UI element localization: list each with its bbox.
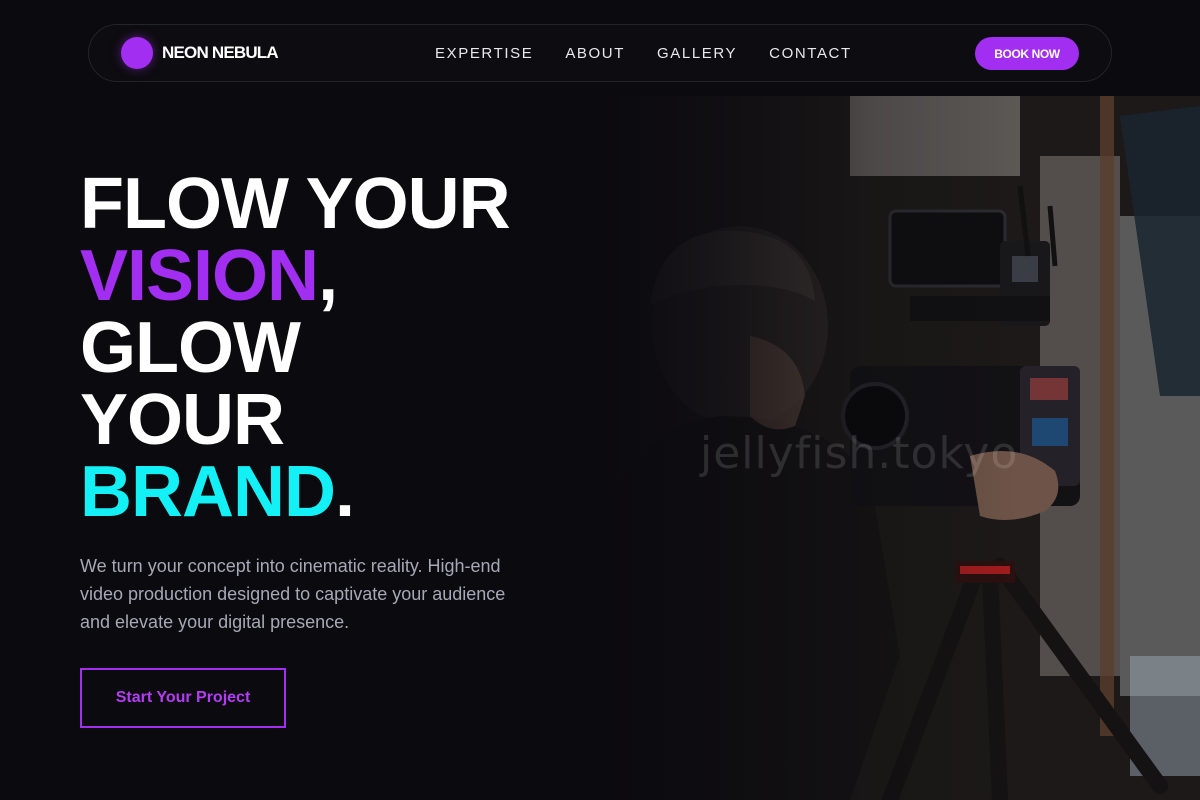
brand-logo[interactable]: NEON NEBULA	[121, 37, 279, 69]
start-project-button[interactable]: Start Your Project	[80, 668, 286, 728]
nav-link-expertise[interactable]: EXPERTISE	[435, 45, 533, 62]
headline-brand: BRAND	[80, 452, 336, 532]
headline-comma: ,	[318, 236, 338, 316]
headline-line-2: VISION,	[80, 240, 510, 312]
headline-line-3: GLOW	[80, 308, 301, 388]
nav-link-gallery[interactable]: GALLERY	[657, 45, 737, 62]
headline-line-1: FLOW YOUR	[80, 164, 511, 244]
hero-headline: FLOW YOUR VISION, GLOW YOUR BRAND.	[80, 164, 511, 528]
hero-description: We turn your concept into cinematic real…	[80, 556, 506, 632]
nav-link-contact[interactable]: CONTACT	[769, 45, 852, 62]
headline-period: .	[334, 452, 355, 532]
book-now-button[interactable]: BOOK NOW	[975, 37, 1079, 70]
nav-links: EXPERTISE ABOUT GALLERY CONTACT	[435, 25, 852, 81]
image-watermark: jellyfish.tokyo	[700, 428, 1019, 479]
nav-link-about[interactable]: ABOUT	[565, 45, 625, 62]
navbar: NEON NEBULA EXPERTISE ABOUT GALLERY CONT…	[88, 24, 1112, 82]
headline-line-5: BRAND.	[80, 456, 510, 528]
brand-dot-icon	[121, 37, 153, 69]
headline-line-4: YOUR	[80, 380, 285, 460]
brand-name: NEON NEBULA	[162, 43, 279, 62]
headline-vision: VISION	[80, 236, 319, 316]
